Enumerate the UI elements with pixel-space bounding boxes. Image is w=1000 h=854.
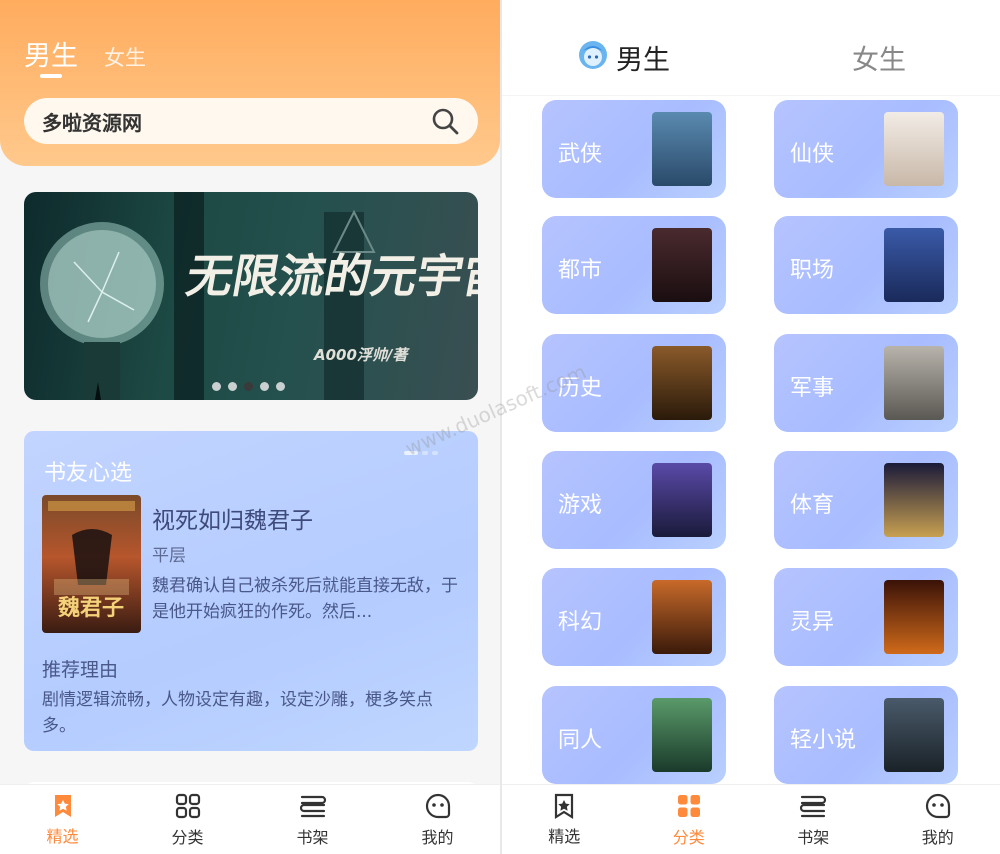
category-card[interactable]: 都市 [542,216,726,314]
category-label: 体育 [790,493,835,518]
nav-label: 书架 [797,827,830,847]
bookshelf-icon [299,795,326,817]
nav-featured[interactable]: 精选 [502,785,627,854]
pager-dot[interactable] [212,382,221,391]
tab-female[interactable]: 女生 [852,38,906,77]
category-card[interactable]: 体育 [774,451,958,549]
category-cover [652,580,712,654]
category-label: 都市 [558,258,603,283]
nav-me[interactable]: 我的 [876,785,1000,854]
header: 男生 女生 多啦资源网 [0,0,500,166]
bookshelf-icon [800,795,827,817]
nav-label: 分类 [171,827,204,847]
category-cover [884,698,944,772]
category-card[interactable]: 轻小说 [774,686,958,784]
category-card[interactable]: 灵异 [774,568,958,666]
book-title[interactable]: 视死如归魏君子 [152,501,313,535]
nav-label: 书架 [296,827,329,847]
category-screen: 男生 女生 武侠 仙侠 都市 职场 历史 军事 游戏 体育 科幻 灵异 同人 轻… [502,0,1000,854]
face-icon [925,793,950,818]
category-cover [652,346,712,420]
category-cover [652,228,712,302]
reason-title: 推荐理由 [42,659,119,681]
nav-bookshelf[interactable]: 书架 [250,785,375,854]
category-label: 灵异 [790,610,835,635]
banner-artwork: 无限流的元宇宙 A000浮帅/著 [40,192,478,400]
category-cover [652,112,712,186]
banner-pager [212,382,285,391]
category-cover [884,228,944,302]
category-cover [884,463,944,537]
category-label: 游戏 [558,493,603,518]
tab-male[interactable]: 男生 [24,34,78,73]
category-cover [884,112,944,186]
category-label: 职场 [790,258,835,283]
category-card[interactable]: 军事 [774,334,958,432]
search-placeholder: 多啦资源网 [42,110,142,135]
bottom-nav: 精选 分类 书架 我的 [502,784,1000,854]
banner-title: 无限流的元宇宙 [182,249,478,303]
category-label: 同人 [558,728,603,753]
bottom-nav: 精选 分类 书架 我的 [0,784,500,854]
bookmark-star-icon [555,793,574,819]
svg-text:魏君子: 魏君子 [57,595,124,621]
pager-dot-active[interactable] [244,382,253,391]
category-cover [884,346,944,420]
header: 男生 女生 [502,0,1000,96]
reader-pick-card[interactable]: 书友心选 魏君子 视死如归魏君子 平层 魏君确认自己被杀死后就能直接无敌，于是他… [24,431,478,751]
nav-label: 我的 [421,827,454,847]
banner-author: A000浮帅/著 [313,346,410,364]
tab-underline [40,74,62,78]
pager-dot[interactable] [228,382,237,391]
pager-dot[interactable] [260,382,269,391]
category-card[interactable]: 仙侠 [774,100,958,198]
pager-dot[interactable] [276,382,285,391]
nav-label: 精选 [46,826,79,846]
category-card[interactable]: 武侠 [542,100,726,198]
book-cover[interactable]: 魏君子 [42,495,141,633]
nav-featured[interactable]: 精选 [0,785,125,854]
nav-category[interactable]: 分类 [627,785,752,854]
category-card[interactable]: 科幻 [542,568,726,666]
category-card[interactable]: 职场 [774,216,958,314]
tab-male[interactable]: 男生 [616,38,670,77]
face-icon [425,793,450,818]
nav-bookshelf[interactable]: 书架 [751,785,876,854]
category-label: 军事 [790,376,835,401]
category-label: 武侠 [558,142,603,167]
category-label: 科幻 [558,610,603,635]
category-label: 轻小说 [790,728,857,753]
banner[interactable]: 无限流的元宇宙 A000浮帅/著 [24,192,478,400]
nav-label: 精选 [548,826,581,846]
boy-face-icon [579,41,607,69]
nav-me[interactable]: 我的 [375,785,500,854]
category-label: 仙侠 [790,142,835,167]
search-icon[interactable] [430,106,460,136]
category-card[interactable]: 游戏 [542,451,726,549]
nav-label: 我的 [921,827,954,847]
category-cover [652,698,712,772]
bookmark-star-icon [54,794,71,817]
category-card[interactable]: 同人 [542,686,726,784]
reason-text: 剧情逻辑流畅，人物设定有趣，设定沙雕，梗多笑点多。 [42,690,433,736]
grid-icon [175,793,200,818]
category-cover [884,580,944,654]
nav-label: 分类 [672,827,705,847]
search-bar[interactable]: 多啦资源网 [24,98,478,144]
nav-category[interactable]: 分类 [125,785,250,854]
section-title: 书友心选 [44,461,133,486]
grid-icon [677,794,700,817]
book-description: 魏君确认自己被杀死后就能直接无敌，于是他开始疯狂的作死。然后... [152,576,458,622]
category-cover [652,463,712,537]
tab-female[interactable]: 女生 [104,42,146,72]
book-author: 平层 [152,546,186,566]
